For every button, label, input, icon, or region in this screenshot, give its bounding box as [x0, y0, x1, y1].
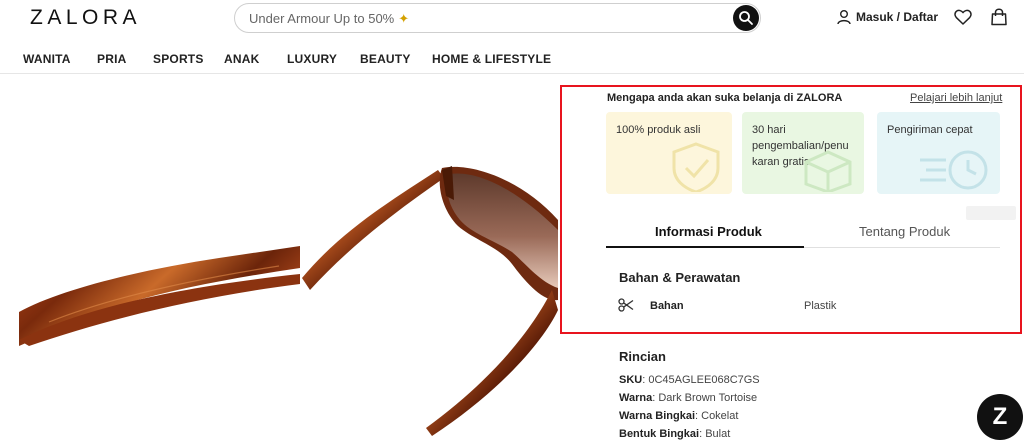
- zalora-chat-button[interactable]: Z: [977, 394, 1023, 440]
- benefit-card-shipping: Pengiriman cepat: [877, 112, 1000, 194]
- benefit-card-authentic: 100% produk asli: [606, 112, 732, 194]
- category-nav: WANITA PRIA SPORTS ANAK LUXURY BEAUTY HO…: [0, 44, 1024, 74]
- detail-key: Warna: [619, 392, 653, 404]
- z-logo-icon: Z: [992, 403, 1008, 430]
- benefit-card-returns: 30 hari pengembalian/penu karan gratis: [742, 112, 864, 194]
- shopping-bag-icon: [991, 8, 1007, 26]
- detail-value: Bulat: [705, 428, 731, 440]
- header: ZALORA Under Armour Up to 50% ✦ Masuk / D…: [0, 0, 1024, 36]
- zalora-logo[interactable]: ZALORA: [30, 6, 141, 30]
- detail-value: 0C45AGLEE068C7GS: [648, 374, 760, 386]
- nav-item-sports[interactable]: SPORTS: [153, 52, 204, 66]
- login-label: Masuk / Daftar: [856, 10, 939, 24]
- nav-item-home-lifestyle[interactable]: HOME & LIFESTYLE: [432, 52, 551, 66]
- sparkle-icon: ✦: [398, 11, 410, 26]
- search-bar[interactable]: Under Armour Up to 50% ✦: [234, 3, 761, 33]
- sunglasses-image: [302, 166, 558, 436]
- detail-value: Dark Brown Tortoise: [658, 392, 758, 404]
- login-link[interactable]: Masuk / Daftar: [836, 9, 938, 25]
- material-section-title: Bahan & Perawatan: [619, 270, 741, 285]
- box-icon: [804, 150, 852, 192]
- learn-more-link[interactable]: Pelajari lebih lanjut: [910, 92, 1002, 104]
- carousel-scroll-hint[interactable]: [966, 206, 1016, 220]
- material-value: Plastik: [804, 300, 837, 312]
- nav-item-luxury[interactable]: LUXURY: [287, 52, 337, 66]
- detail-row-frame-color: Warna Bingkai: Cokelat: [619, 410, 739, 422]
- search-button[interactable]: [733, 5, 759, 31]
- nav-item-anak[interactable]: ANAK: [224, 52, 259, 66]
- detail-row-color: Warna: Dark Brown Tortoise: [619, 392, 758, 404]
- detail-key: Warna Bingkai: [619, 410, 695, 422]
- sunglasses-temple-image: [19, 246, 300, 346]
- user-icon: [837, 10, 851, 25]
- search-input[interactable]: Under Armour Up to 50% ✦: [249, 11, 409, 27]
- product-image-thumbnail[interactable]: [19, 240, 300, 346]
- detail-key: Bentuk Bingkai: [619, 428, 700, 440]
- nav-item-beauty[interactable]: BEAUTY: [360, 52, 411, 66]
- detail-row-sku: SKU: 0C45AGLEE068C7GS: [619, 374, 760, 386]
- benefit-card-text: Pengiriman cepat: [887, 124, 973, 136]
- tab-informasi-produk[interactable]: Informasi Produk: [655, 224, 762, 239]
- fast-clock-icon: [920, 150, 988, 190]
- cart-button[interactable]: [990, 8, 1008, 31]
- why-shop-title: Mengapa anda akan suka belanja di ZALORA: [607, 92, 843, 104]
- heart-icon: [954, 9, 972, 25]
- shield-check-icon: [672, 142, 720, 192]
- detail-value: Cokelat: [701, 410, 739, 422]
- nav-item-pria[interactable]: PRIA: [97, 52, 126, 66]
- detail-key: SKU: [619, 374, 643, 386]
- product-image-main[interactable]: [302, 160, 558, 441]
- active-tab-indicator: [606, 246, 804, 248]
- nav-item-wanita[interactable]: WANITA: [23, 52, 71, 66]
- scissors-icon: [618, 298, 634, 312]
- benefit-card-text: 100% produk asli: [616, 124, 701, 136]
- wishlist-button[interactable]: [954, 9, 972, 30]
- material-label: Bahan: [650, 300, 684, 312]
- details-section-title: Rincian: [619, 349, 666, 364]
- tab-tentang-produk[interactable]: Tentang Produk: [859, 224, 950, 239]
- search-icon: [739, 11, 753, 25]
- search-placeholder: Under Armour Up to 50%: [249, 11, 395, 26]
- tab-divider: [804, 247, 1000, 248]
- detail-row-frame-shape: Bentuk Bingkai: Bulat: [619, 428, 731, 440]
